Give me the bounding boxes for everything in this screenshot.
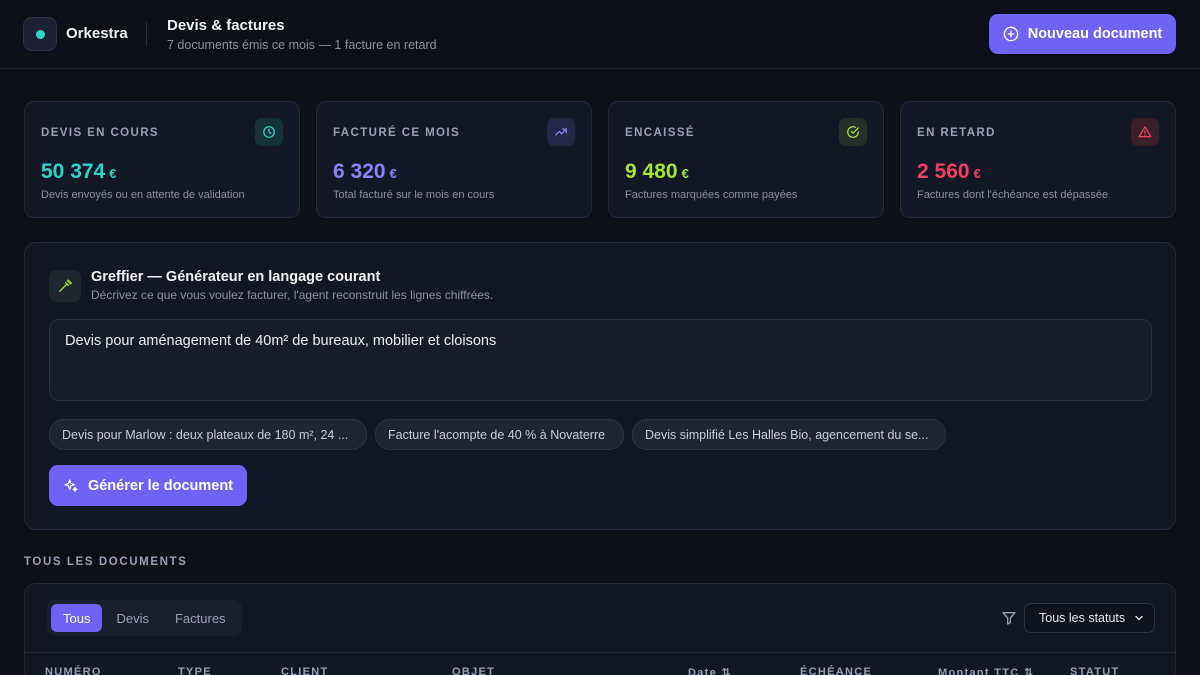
app-logo (23, 17, 57, 51)
generator-subtitle: Décrivez ce que vous voulez facturer, l'… (91, 288, 494, 302)
column-header-montant[interactable]: Montant TTC ⇅ (938, 666, 1034, 675)
column-header-statut: STATUT (1070, 666, 1120, 675)
stat-amount: 9 480 (625, 160, 678, 183)
app-name: Orkestra (66, 25, 128, 42)
status-filter-select[interactable]: Tous les statuts (1024, 603, 1155, 633)
documents-section-title: TOUS LES DOCUMENTS (24, 556, 188, 568)
generate-document-button[interactable]: Générer le document (49, 465, 247, 506)
stat-card-facture-ce-mois: FACTURÉ CE MOIS 6 320 € Total facturé sur… (316, 101, 592, 218)
trending-up-icon (547, 118, 575, 146)
stat-value: 9 480 € (625, 160, 689, 184)
suggestion-chip[interactable]: Devis pour Marlow : deux plateaux de 180… (49, 419, 367, 450)
column-header-type: TYPE (178, 666, 212, 675)
generate-label: Générer le document (87, 477, 234, 494)
plus-circle-icon (1003, 26, 1019, 42)
stat-amount: 50 374 (41, 160, 106, 183)
column-header-numero: NUMÉRO (45, 666, 102, 675)
stat-description: Factures dont l'échéance est dépassée (917, 189, 1109, 201)
stat-label: FACTURÉ CE MOIS (333, 127, 461, 139)
new-document-button[interactable]: Nouveau document (989, 14, 1176, 54)
page-title: Devis & factures (167, 17, 285, 34)
stat-value: 50 374 € (41, 160, 116, 184)
document-type-tabs: Tous Devis Factures (47, 600, 242, 636)
filter-icon (1002, 612, 1016, 625)
tab-devis[interactable]: Devis (104, 604, 161, 632)
column-header-date[interactable]: Date ⇅ (688, 666, 732, 675)
stat-description: Devis envoyés ou en attente de validatio… (41, 189, 245, 201)
stat-card-encaisse: ENCAISSÉ 9 480 € Factures marquées comme … (608, 101, 884, 218)
stat-description: Factures marquées comme payées (625, 189, 798, 201)
chevron-down-icon (1135, 615, 1143, 621)
stat-value: 2 560 € (917, 160, 981, 184)
stat-label: DEVIS EN COURS (41, 127, 160, 139)
new-document-label: Nouveau document (1027, 26, 1163, 42)
stat-label: ENCAISSÉ (625, 127, 695, 139)
logo-dot-icon (36, 30, 45, 39)
stat-description: Total facturé sur le mois en cours (333, 189, 495, 201)
stat-card-en-retard: EN RETARD 2 560 € Factures dont l'échéanc… (900, 101, 1176, 218)
status-filter-value: Tous les statuts (1039, 611, 1126, 625)
stat-currency: € (389, 166, 397, 181)
suggestion-chip[interactable]: Facture l'acompte de 40 % à Novaterre (375, 419, 624, 450)
suggestion-chip[interactable]: Devis simplifié Les Halles Bio, agenceme… (632, 419, 946, 450)
column-header-echeance: ÉCHÉANCE (800, 666, 873, 675)
alert-triangle-icon (1131, 118, 1159, 146)
check-circle-icon (839, 118, 867, 146)
column-header-objet: OBJET (452, 666, 496, 675)
column-header-client: CLIENT (281, 666, 329, 675)
stat-amount: 6 320 (333, 160, 386, 183)
documents-panel: Tous Devis Factures Tous les statuts NUM… (24, 583, 1176, 675)
generator-prompt-input[interactable]: Devis pour aménagement de 40m² de bureau… (49, 319, 1152, 401)
table-header-divider (25, 652, 1175, 653)
sparkles-icon (64, 478, 78, 492)
top-header: Orkestra Devis & factures 7 documents ém… (0, 0, 1200, 69)
tab-factures[interactable]: Factures (163, 604, 238, 632)
stat-amount: 2 560 (917, 160, 970, 183)
page-subtitle: 7 documents émis ce mois — 1 facture en … (167, 38, 437, 52)
stat-currency: € (109, 166, 117, 181)
stat-currency: € (681, 166, 689, 181)
magic-wand-icon (49, 270, 81, 302)
clock-icon (255, 118, 283, 146)
stat-value: 6 320 € (333, 160, 397, 184)
header-divider (146, 22, 147, 46)
stat-card-devis-en-cours: DEVIS EN COURS 50 374 € Devis envoyés ou … (24, 101, 300, 218)
stat-currency: € (973, 166, 981, 181)
tab-tous[interactable]: Tous (51, 604, 103, 632)
generator-title: Greffier — Générateur en langage courant (91, 269, 381, 285)
stat-label: EN RETARD (917, 127, 996, 139)
generator-panel: Greffier — Générateur en langage courant… (24, 242, 1176, 530)
